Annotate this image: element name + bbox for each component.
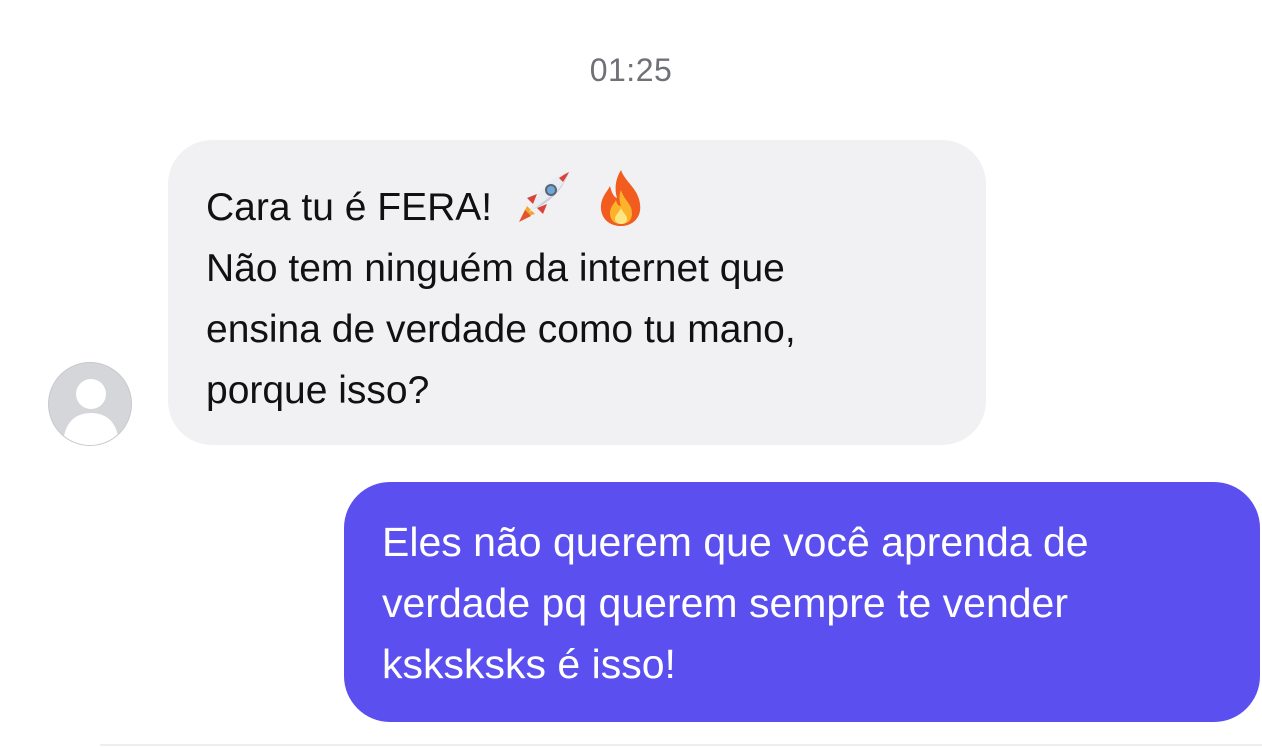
message-line: porque isso? — [206, 369, 430, 412]
contact-avatar[interactable] — [48, 362, 132, 446]
message-line: ksksksks é isso! — [382, 641, 676, 687]
fire-emoji — [594, 168, 648, 228]
outgoing-message-bubble[interactable]: Eles não querem que você aprenda de verd… — [344, 482, 1260, 722]
message-line: Eles não querem que você aprenda de — [382, 519, 1089, 565]
message-text: Cara tu é FERA! — [206, 186, 493, 229]
message-line: Cara tu é FERA! — [206, 168, 950, 238]
message-line: verdade pq querem sempre te vender — [382, 580, 1069, 626]
message-timestamp: 01:25 — [589, 52, 673, 88]
composer-divider — [100, 744, 1262, 746]
message-line: ensina de verdade como tu mano, — [206, 308, 796, 351]
default-user-icon — [63, 379, 119, 445]
message-line: Não tem ninguém da internet que — [206, 247, 785, 290]
rocket-emoji — [513, 168, 573, 228]
incoming-message-bubble[interactable]: Cara tu é FERA! Não tem ninguém da inter… — [168, 140, 986, 445]
